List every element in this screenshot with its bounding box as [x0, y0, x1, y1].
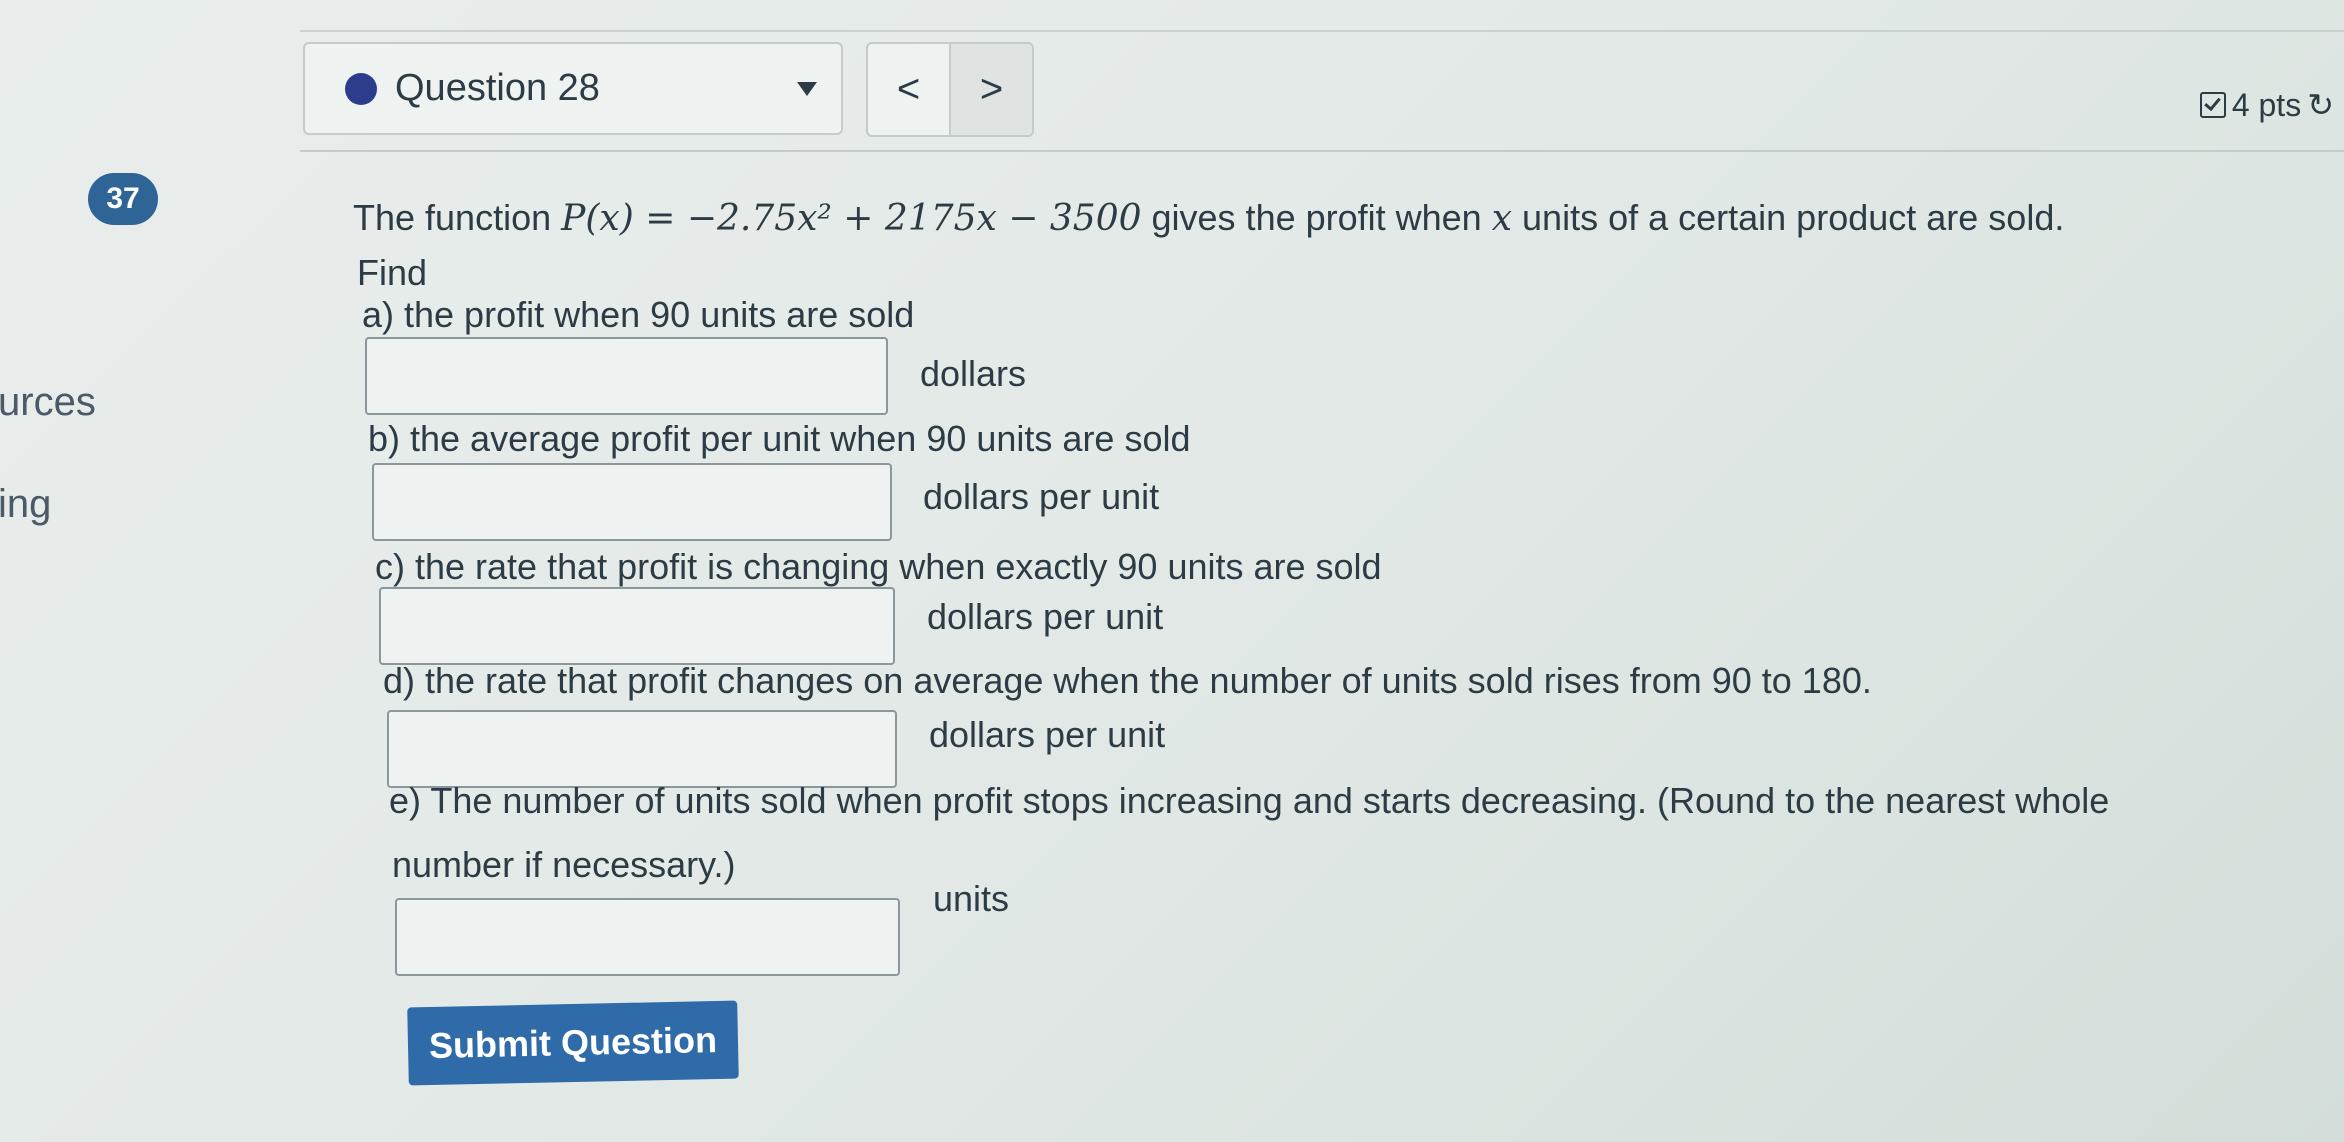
points-indicator: 4 pts ↻ — [2199, 86, 2334, 124]
intro-tail-1: gives the profit when — [1141, 197, 1492, 238]
part-e-unit: units — [933, 878, 1010, 919]
part-a-label: a) the profit when 90 units are sold — [362, 294, 915, 335]
function-rhs: −2.75x² + 2175x − 3500 — [686, 198, 1142, 239]
chevron-down-icon — [797, 82, 817, 96]
intro-text: The function — [353, 197, 552, 238]
header-bottom-divider — [300, 150, 2344, 152]
part-a-unit: dollars — [920, 353, 1027, 394]
question-selector[interactable]: Question 28 — [303, 42, 843, 135]
function-lhs: P(x) = — [561, 198, 687, 239]
previous-question-button[interactable]: < — [868, 44, 949, 135]
points-label: 4 pts — [2231, 86, 2302, 123]
part-c-label: c) the rate that profit is changing when… — [375, 546, 1382, 587]
submit-question-button[interactable]: Submit Question — [407, 1000, 739, 1086]
sidebar-item-resources[interactable]: urces — [0, 380, 96, 425]
find-label: Find — [357, 252, 428, 293]
variable-x: x — [1491, 198, 1513, 239]
checkbox-icon — [2199, 92, 2226, 118]
next-question-button[interactable]: > — [949, 44, 1032, 135]
part-e-answer-input[interactable] — [395, 898, 900, 976]
header-top-divider — [300, 30, 2344, 32]
question-count-badge: 37 — [88, 173, 158, 225]
part-d-answer-input[interactable] — [387, 710, 897, 788]
question-status-dot-icon — [345, 72, 377, 105]
intro-tail-2: units of a certain product are sold. — [1512, 197, 2065, 238]
part-c-answer-input[interactable] — [379, 587, 895, 665]
question-intro: The function P(x) = −2.75x² + 2175x − 35… — [353, 197, 2064, 239]
part-d-label: d) the rate that profit changes on avera… — [383, 660, 1872, 701]
question-nav: < > — [866, 42, 1034, 137]
part-e-label: e) The number of units sold when profit … — [389, 780, 2110, 821]
part-b-label: b) the average profit per unit when 90 u… — [368, 418, 1191, 459]
part-b-answer-input[interactable] — [372, 463, 892, 541]
part-d-unit: dollars per unit — [929, 714, 1166, 755]
part-e-label-continued: number if necessary.) — [392, 844, 736, 885]
part-b-unit: dollars per unit — [923, 476, 1160, 517]
sidebar-item-grading[interactable]: ing — [0, 482, 51, 527]
part-a-answer-input[interactable] — [365, 337, 888, 415]
part-c-unit: dollars per unit — [927, 596, 1164, 637]
question-selector-label: Question 28 — [395, 67, 600, 109]
refresh-icon[interactable]: ↻ — [2307, 86, 2334, 124]
